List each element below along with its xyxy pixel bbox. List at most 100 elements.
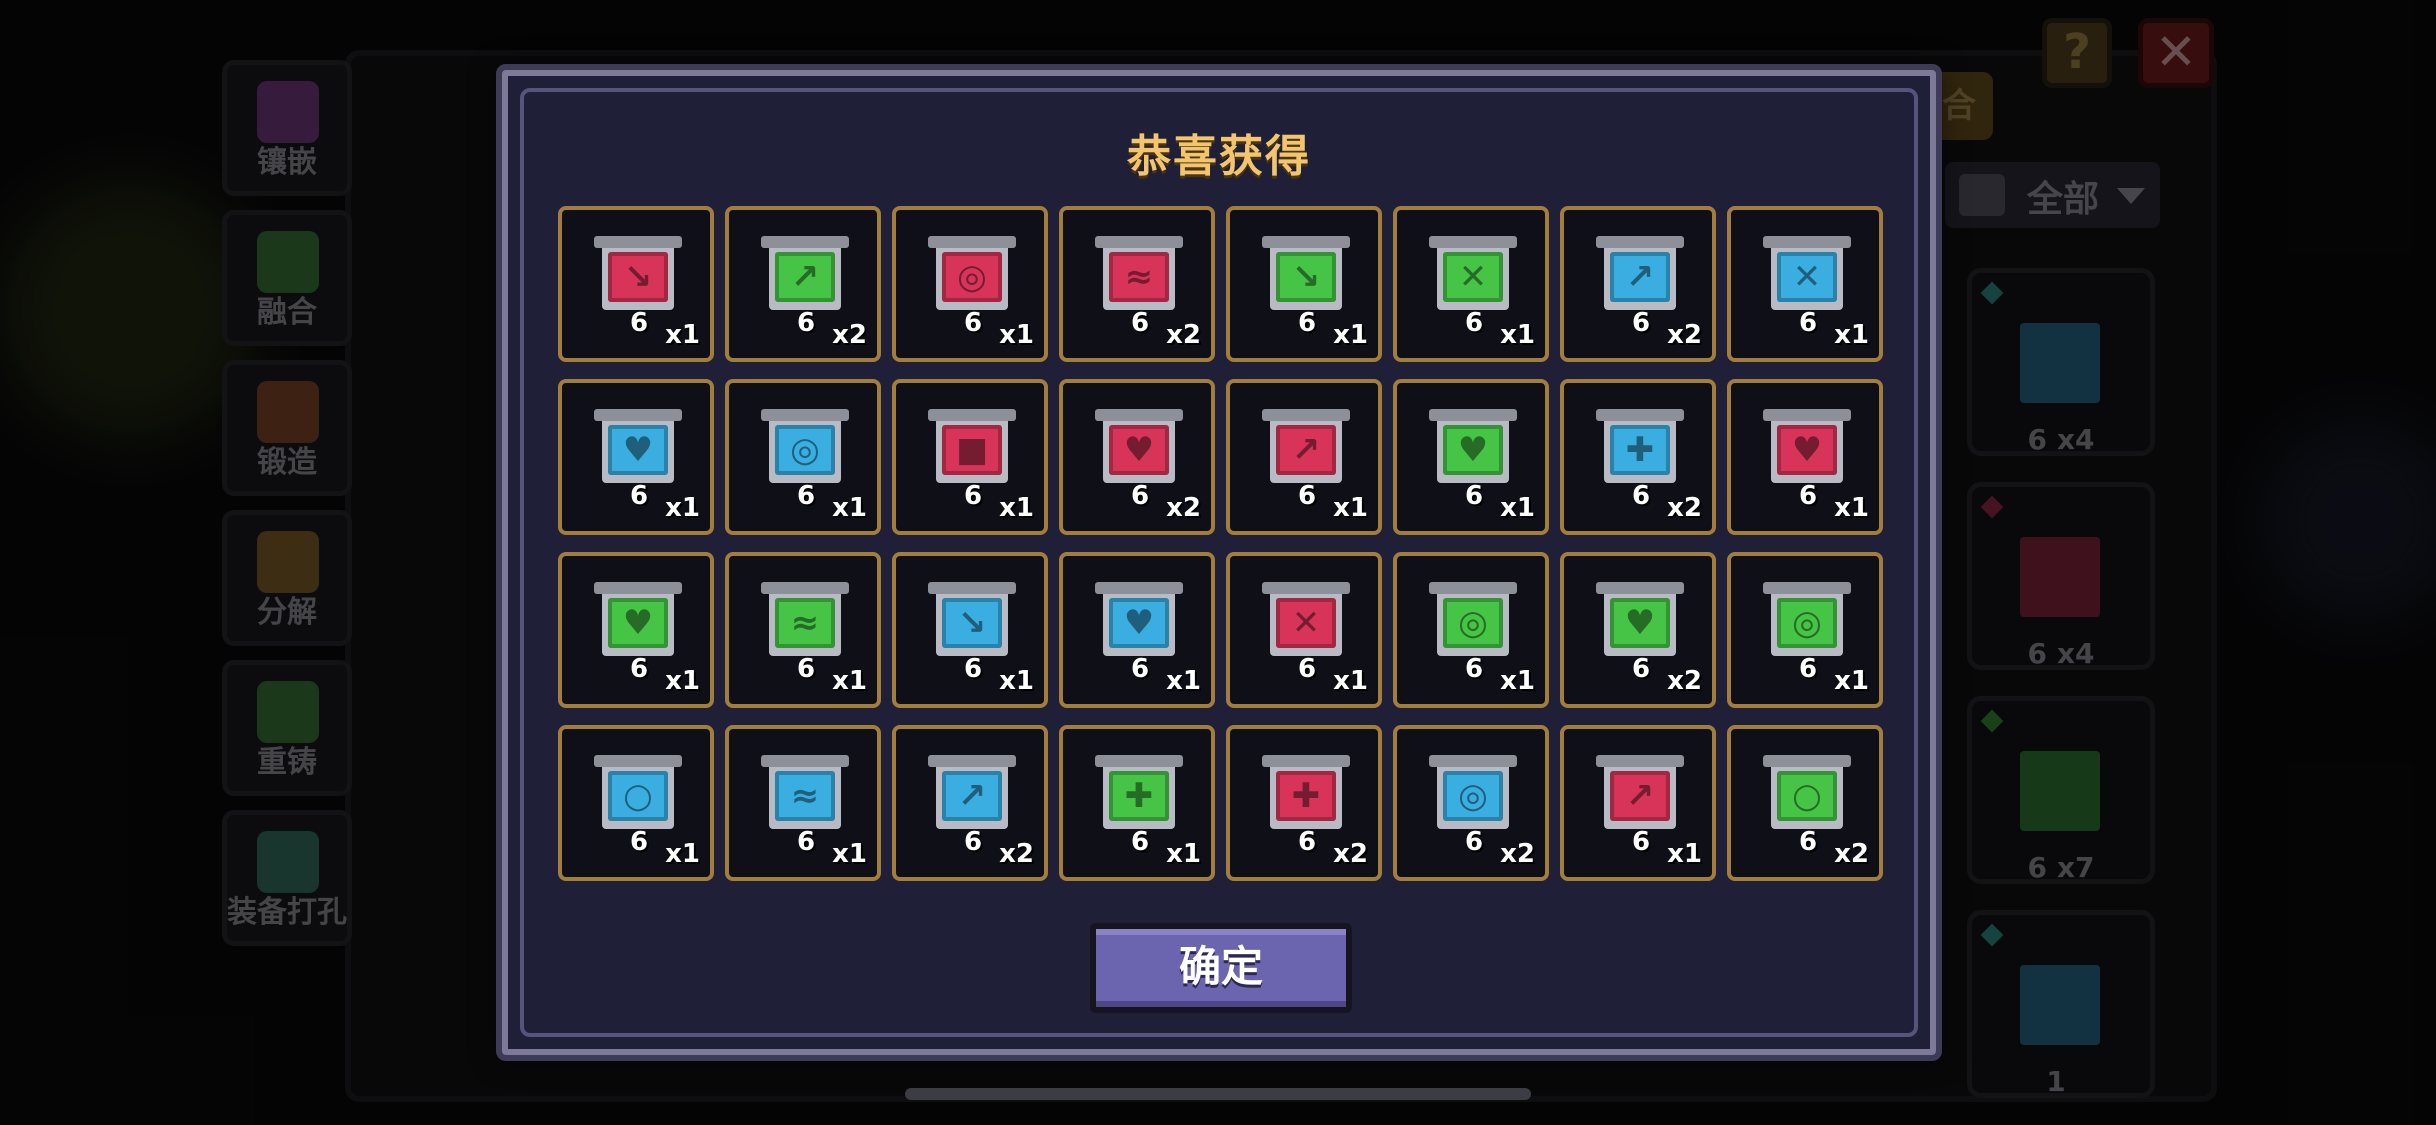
reward-level: 6 [1798,827,1818,857]
reward-level: 6 [1464,654,1484,684]
reward-slot[interactable]: ✕ 6 x1 [1226,552,1382,708]
reward-slot[interactable]: ✚ 6 x2 [1560,379,1716,535]
reward-slot[interactable]: ↘ 6 x1 [1226,206,1382,362]
reward-level: 6 [796,308,816,338]
rune-symbol-icon: ✕ [1792,257,1822,297]
reward-level: 6 [1297,654,1317,684]
reward-slot[interactable]: ✚ 6 x2 [1226,725,1382,881]
reward-slot[interactable]: ↗ 6 x2 [725,206,881,362]
reward-level: 6 [1130,308,1150,338]
rune-symbol-icon: ♥ [622,603,654,643]
rune-symbol-icon: ↘ [1291,257,1321,297]
reward-slot[interactable]: ↗ 6 x2 [1560,206,1716,362]
reward-level: 6 [963,827,983,857]
rune-symbol-icon: ≈ [1124,257,1154,297]
reward-slot[interactable]: ≈6 x1 [725,552,881,708]
rune-gem-icon: ○ [1777,771,1837,821]
reward-slot[interactable]: ≈6 x2 [1059,206,1215,362]
rune-symbol-icon: ≈ [790,603,820,643]
reward-quantity: x1 [1333,493,1368,523]
rune-gem-icon: ↘ [608,252,668,302]
reward-level: 6 [1130,481,1150,511]
reward-slot[interactable]: ○ 6 x2 [1727,725,1883,881]
reward-level: 6 [1297,827,1317,857]
rune-frame: ↘ [594,236,682,310]
reward-slot[interactable]: ↗ 6 x2 [892,725,1048,881]
rune-symbol-icon: ↗ [957,776,987,816]
reward-quantity: x1 [665,666,700,696]
rune-frame: ≈ [1095,236,1183,310]
confirm-button[interactable]: 确定 [1090,923,1352,1013]
reward-quantity: x1 [1500,666,1535,696]
rune-symbol-icon: ♥ [1624,603,1656,643]
rune-frame: ↘ [928,582,1016,656]
reward-slot[interactable]: ♥ 6 x2 [1059,379,1215,535]
rune-gem-icon: ≈ [775,771,835,821]
rune-frame: ↗ [1596,236,1684,310]
reward-slot[interactable]: ↗ 6 x1 [1560,725,1716,881]
reward-level: 6 [963,654,983,684]
rune-symbol-icon: ♥ [1457,430,1489,470]
rune-gem-icon: ✕ [1276,598,1336,648]
rune-gem-icon: ◎ [1443,771,1503,821]
rune-gem-icon: ≈ [775,598,835,648]
rune-symbol-icon: ↗ [1625,776,1655,816]
reward-level: 6 [629,481,649,511]
reward-slot[interactable]: ✕ 6 x1 [1727,206,1883,362]
reward-slot[interactable]: ♥ 6 x1 [1393,379,1549,535]
reward-quantity: x1 [1834,666,1869,696]
reward-slot[interactable]: ♥ 6 x1 [558,552,714,708]
reward-quantity: x1 [1166,839,1201,869]
reward-slot[interactable]: ♥ 6 x2 [1560,552,1716,708]
reward-quantity: x2 [832,320,867,350]
reward-slot[interactable]: ◎ 6 x1 [725,379,881,535]
reward-quantity: x1 [999,320,1034,350]
rune-gem-icon: ◎ [942,252,1002,302]
rune-gem-icon: ♥ [608,425,668,475]
rune-frame: ◎ [1429,755,1517,829]
rune-frame: ♥ [1596,582,1684,656]
reward-slot[interactable]: ♥ 6 x1 [1059,552,1215,708]
rune-frame: ≈ [761,755,849,829]
reward-level: 6 [1798,308,1818,338]
rune-frame: ≈ [761,582,849,656]
reward-quantity: x1 [999,493,1034,523]
rune-gem-icon: ◎ [1443,598,1503,648]
rune-frame: ◎ [928,236,1016,310]
dialog-title: 恭喜获得 [1127,131,1311,182]
rune-gem-icon: ↗ [1610,252,1670,302]
rune-symbol-icon: ↗ [1291,430,1321,470]
reward-slot[interactable]: ◎ 6 x1 [1727,552,1883,708]
reward-slot[interactable]: ■ 6 x1 [892,379,1048,535]
reward-slot[interactable]: ↘ 6 x1 [892,552,1048,708]
rune-symbol-icon: ◎ [1792,603,1822,643]
reward-slot[interactable]: ♥ 6 x1 [558,379,714,535]
reward-slot[interactable]: ○ 6 x1 [558,725,714,881]
reward-slot[interactable]: ◎ 6 x1 [892,206,1048,362]
reward-slot[interactable]: ✕ 6 x1 [1393,206,1549,362]
rune-symbol-icon: ◎ [957,257,987,297]
rune-frame: ♥ [1095,409,1183,483]
reward-quantity: x1 [1500,320,1535,350]
reward-slot[interactable]: ◎ 6 x1 [1393,552,1549,708]
rune-frame: ✕ [1763,236,1851,310]
rune-symbol-icon: ◎ [1458,603,1488,643]
reward-slot[interactable]: ♥ 6 x1 [1727,379,1883,535]
reward-level: 6 [1130,654,1150,684]
reward-level: 6 [1631,308,1651,338]
reward-level: 6 [1798,654,1818,684]
reward-level: 6 [1631,481,1651,511]
reward-level: 6 [796,827,816,857]
reward-slot[interactable]: ↘ 6 x1 [558,206,714,362]
rune-gem-icon: ↗ [1276,425,1336,475]
reward-level: 6 [1130,827,1150,857]
reward-quantity: x1 [665,839,700,869]
rune-frame: ✚ [1596,409,1684,483]
reward-slot[interactable]: ≈6 x1 [725,725,881,881]
rune-gem-icon: ↗ [942,771,1002,821]
rune-symbol-icon: ♥ [1123,603,1155,643]
reward-slot[interactable]: ↗ 6 x1 [1226,379,1382,535]
reward-slot[interactable]: ◎ 6 x2 [1393,725,1549,881]
reward-slot[interactable]: ✚ 6 x1 [1059,725,1215,881]
rune-frame: ✚ [1262,755,1350,829]
